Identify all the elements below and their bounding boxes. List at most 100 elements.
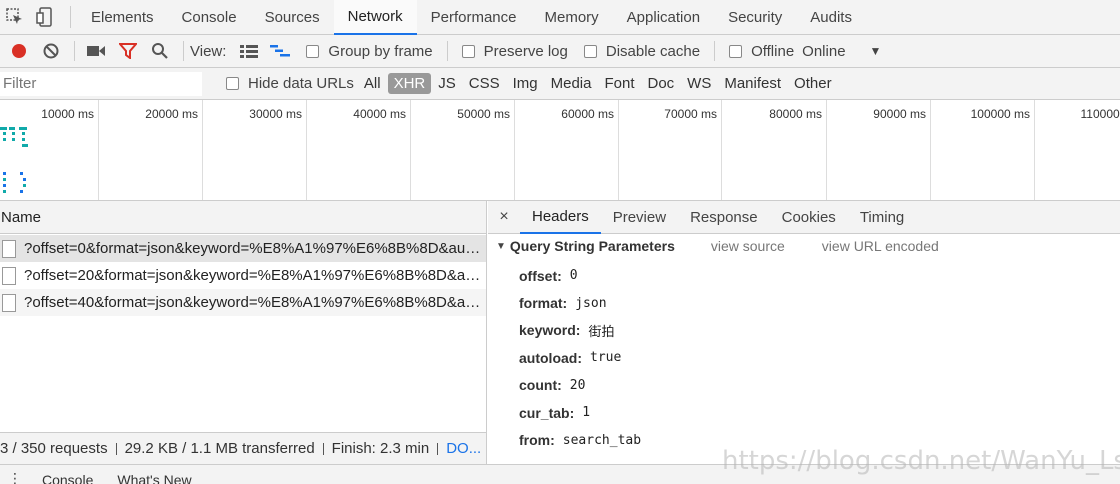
filter-funnel-icon[interactable]: [113, 35, 143, 68]
hide-data-urls-checkbox[interactable]: Hide data URLs: [210, 75, 354, 92]
tab-console[interactable]: Console: [168, 0, 251, 35]
drawer-tab-whats-new[interactable]: What's New: [117, 473, 191, 484]
param-key: autoload:: [519, 349, 582, 366]
network-overview-timeline[interactable]: 10000 ms 20000 ms 30000 ms 40000 ms 5000…: [0, 100, 1120, 201]
offline-checkbox[interactable]: Offline: [721, 43, 794, 60]
timeline-tick-label: 110000 ms: [1080, 107, 1120, 121]
timeline-tick: 80000 ms: [722, 100, 827, 200]
tab-elements[interactable]: Elements: [77, 0, 168, 35]
waterfall-overview-icon[interactable]: [266, 35, 296, 68]
checkbox-box[interactable]: [583, 44, 597, 58]
timeline-tick-label: 90000 ms: [873, 107, 926, 121]
timeline-tick: 20000 ms: [99, 100, 203, 200]
filter-type-doc[interactable]: Doc: [641, 73, 680, 94]
tab-audits[interactable]: Audits: [796, 0, 866, 35]
status-divider: [322, 442, 324, 455]
drawer-tab-console[interactable]: Console: [42, 473, 93, 484]
filter-type-font[interactable]: Font: [598, 73, 640, 94]
param-key: format:: [519, 295, 568, 312]
tab-cookies[interactable]: Cookies: [770, 201, 848, 234]
group-by-frame-checkbox[interactable]: Group by frame: [298, 43, 433, 60]
name-column-header[interactable]: Name: [0, 201, 486, 234]
timeline-tick-label: 10000 ms: [41, 107, 94, 121]
query-string-section-header[interactable]: ▼ Query String Parameters view source vi…: [488, 234, 1120, 258]
document-icon: [2, 293, 16, 312]
preserve-log-checkbox[interactable]: Preserve log: [454, 43, 568, 60]
param-row: format: json: [519, 289, 1120, 316]
filter-type-manifest[interactable]: Manifest: [718, 73, 787, 94]
param-key: from:: [519, 432, 555, 449]
timeline-tick: 30000 ms: [203, 100, 307, 200]
record-icon[interactable]: [4, 35, 34, 68]
timeline-tick: 100000 ms: [931, 100, 1035, 200]
clear-icon[interactable]: [36, 35, 66, 68]
timeline-tick-label: 50000 ms: [457, 107, 510, 121]
device-toolbar-icon[interactable]: [30, 0, 60, 35]
checkbox-box[interactable]: [226, 77, 239, 90]
filter-type-js[interactable]: JS: [432, 73, 462, 94]
request-row[interactable]: ?offset=0&format=json&keyword=%E8%A1%97%…: [0, 235, 486, 262]
filter-type-ws[interactable]: WS: [681, 73, 717, 94]
param-value: true: [590, 350, 622, 366]
hide-data-urls-label: Hide data URLs: [248, 75, 354, 92]
filter-type-all[interactable]: All: [358, 73, 387, 94]
timeline-tick-label: 70000 ms: [664, 107, 717, 121]
request-name: ?offset=40&format=json&keyword=%E8%A1%97…: [24, 294, 484, 311]
checkbox-box[interactable]: [729, 44, 743, 58]
param-value: search_tab: [562, 432, 642, 448]
request-row[interactable]: ?offset=20&format=json&keyword=%E8%A1%97…: [0, 262, 486, 289]
timeline-tick-label: 100000 ms: [970, 107, 1030, 121]
tab-response[interactable]: Response: [678, 201, 770, 234]
screenshot-camera-icon[interactable]: [81, 35, 111, 68]
checkbox-box[interactable]: [306, 44, 320, 58]
param-value: json: [575, 295, 607, 311]
timeline-tick-label: 80000 ms: [769, 107, 822, 121]
section-title: Query String Parameters: [509, 238, 675, 254]
tab-performance[interactable]: Performance: [417, 0, 531, 35]
tab-network[interactable]: Network: [333, 0, 417, 35]
toolbar-separator: [183, 41, 184, 61]
view-url-encoded-link[interactable]: view URL encoded: [822, 238, 939, 254]
status-divider: [115, 442, 117, 455]
tab-memory[interactable]: Memory: [531, 0, 613, 35]
param-row: keyword: 街拍: [519, 317, 1120, 344]
tab-headers[interactable]: Headers: [520, 201, 601, 234]
tab-security[interactable]: Security: [714, 0, 796, 35]
filter-bar: Hide data URLs All XHR JS CSS Img Media …: [0, 68, 1120, 100]
filter-type-img[interactable]: Img: [507, 73, 544, 94]
document-icon: [2, 266, 16, 285]
throttling-select[interactable]: Online ▼: [802, 43, 881, 60]
tab-application[interactable]: Application: [613, 0, 714, 35]
search-icon[interactable]: [145, 35, 175, 68]
filter-type-media[interactable]: Media: [545, 73, 598, 94]
close-icon[interactable]: ×: [488, 208, 520, 226]
timeline-tick: 50000 ms: [411, 100, 515, 200]
network-status-bar: 3 / 350 requests 29.2 KB / 1.1 MB transf…: [0, 432, 486, 464]
timeline-tick: 110000 ms: [1035, 100, 1120, 200]
param-row: autoload: true: [519, 344, 1120, 371]
chevron-down-icon: ▼: [869, 44, 882, 58]
network-toolbar: View: Group by frame Preserve log Disabl…: [0, 35, 1120, 68]
tab-sources[interactable]: Sources: [251, 0, 334, 35]
expand-triangle-icon[interactable]: ▼: [496, 241, 506, 252]
tab-preview[interactable]: Preview: [601, 201, 678, 234]
request-row[interactable]: ?offset=40&format=json&keyword=%E8%A1%97…: [0, 289, 486, 316]
disable-cache-label: Disable cache: [605, 42, 701, 60]
param-value: 0: [569, 268, 578, 284]
requests-count: 3 / 350 requests: [0, 440, 108, 457]
filter-input[interactable]: [0, 71, 202, 96]
tab-timing[interactable]: Timing: [848, 201, 916, 234]
tab-separator: [70, 6, 71, 28]
more-options-icon[interactable]: ⋮: [0, 471, 30, 484]
query-params-list: offset: 0 format: json keyword: 街拍 autoload…: [488, 258, 1120, 454]
timeline-tick-label: 20000 ms: [145, 107, 198, 121]
timeline-tick-label: 60000 ms: [561, 107, 614, 121]
checkbox-box[interactable]: [461, 44, 475, 58]
view-source-link[interactable]: view source: [711, 238, 785, 254]
disable-cache-checkbox[interactable]: Disable cache: [576, 43, 700, 60]
filter-type-xhr[interactable]: XHR: [387, 73, 432, 94]
large-rows-icon[interactable]: [234, 35, 264, 68]
inspect-element-icon[interactable]: [0, 0, 30, 35]
filter-type-css[interactable]: CSS: [463, 73, 506, 94]
filter-type-other[interactable]: Other: [788, 73, 838, 94]
